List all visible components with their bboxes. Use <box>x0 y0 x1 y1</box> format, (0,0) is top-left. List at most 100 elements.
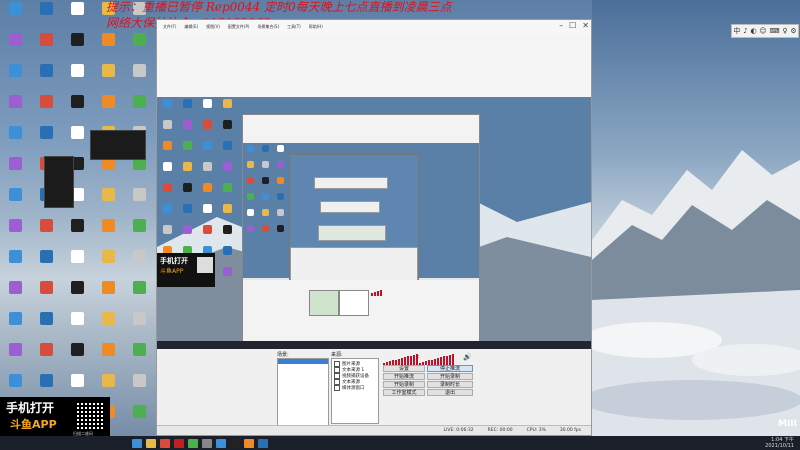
desktop-icon[interactable] <box>217 181 237 201</box>
desktop-icon[interactable] <box>124 62 155 92</box>
desktop-icon[interactable] <box>177 223 197 243</box>
desktop-icon[interactable] <box>0 155 31 185</box>
obs-button[interactable]: 开始录制 <box>427 373 473 380</box>
desktop-icon[interactable] <box>217 139 237 159</box>
system-tray[interactable]: 1:04 下午 2021/10/11 <box>765 437 794 449</box>
taskbar-app-icon[interactable] <box>202 438 212 448</box>
desktop-icon[interactable] <box>243 223 258 238</box>
desktop-icon[interactable] <box>62 217 93 247</box>
desktop-icon[interactable] <box>243 207 258 222</box>
desktop-icon[interactable] <box>273 159 288 174</box>
desktop-icon[interactable] <box>217 160 237 180</box>
desktop-icon[interactable] <box>62 248 93 278</box>
menu-item[interactable]: 帮助(H) <box>309 24 323 30</box>
taskbar-app-icon[interactable] <box>216 438 226 448</box>
desktop-icon[interactable] <box>124 341 155 371</box>
taskbar-app-icon[interactable] <box>230 438 240 448</box>
desktop-icon[interactable] <box>273 143 288 158</box>
desktop-icon[interactable] <box>93 186 124 216</box>
menu-item[interactable]: 场景集合(S) <box>257 24 279 30</box>
desktop-icon[interactable] <box>217 265 237 285</box>
obs-button[interactable]: 开始录制 <box>383 381 425 388</box>
desktop-icon[interactable] <box>124 372 155 402</box>
desktop-icon[interactable] <box>31 0 62 30</box>
menu-item[interactable]: 文件(F) <box>163 24 176 30</box>
desktop-icon[interactable] <box>124 93 155 123</box>
obs-button[interactable]: 退出 <box>427 389 473 396</box>
desktop-icon[interactable] <box>124 186 155 216</box>
desktop-icon[interactable] <box>258 207 273 222</box>
desktop-icon[interactable] <box>93 31 124 61</box>
desktop-icon[interactable] <box>0 248 31 278</box>
obs-button[interactable]: 停止推流 <box>427 365 473 372</box>
mic-icon[interactable]: ⚡ <box>415 354 420 362</box>
ime-toolbar[interactable]: 中 ♪ ◐ ☺ ⌨ ♀ ⚙ <box>731 24 799 38</box>
obs-button[interactable]: 设置 <box>383 365 425 372</box>
desktop-icon[interactable] <box>217 97 237 117</box>
desktop-icon[interactable] <box>62 279 93 309</box>
desktop-icon[interactable] <box>31 124 62 154</box>
ime-item[interactable]: ⌨ <box>769 27 779 35</box>
ime-item[interactable]: 中 <box>733 26 740 36</box>
sources-list[interactable]: 图片来源 文本来源 1 视频捕获设备 文本来源 媒体源窗口 <box>331 358 379 424</box>
desktop-icon[interactable] <box>157 118 177 138</box>
desktop-icon[interactable] <box>157 160 177 180</box>
taskbar-app-icon[interactable] <box>244 438 254 448</box>
desktop-icon[interactable] <box>177 118 197 138</box>
menu-item[interactable]: 工具(T) <box>287 24 301 30</box>
desktop-icon[interactable] <box>157 139 177 159</box>
desktop-icon[interactable] <box>31 310 62 340</box>
desktop-icon[interactable] <box>93 93 124 123</box>
source-item[interactable]: 媒体源窗口 <box>334 385 376 391</box>
desktop-icon[interactable] <box>0 124 31 154</box>
ime-item[interactable]: ☺ <box>759 27 766 35</box>
menu-item[interactable]: 视图(V) <box>206 24 220 30</box>
obs-button[interactable]: 录制时长 <box>427 381 473 388</box>
desktop-icon[interactable] <box>217 223 237 243</box>
desktop-icon[interactable] <box>177 139 197 159</box>
desktop-icon[interactable] <box>157 181 177 201</box>
desktop-icon[interactable] <box>243 143 258 158</box>
desktop-icon[interactable] <box>93 62 124 92</box>
desktop-icon[interactable] <box>157 97 177 117</box>
taskbar-app-icon[interactable] <box>132 438 142 448</box>
desktop-icon[interactable] <box>93 217 124 247</box>
desktop-icon[interactable] <box>243 175 258 190</box>
desktop-icon[interactable] <box>93 279 124 309</box>
desktop-icon[interactable] <box>273 191 288 206</box>
desktop-icon[interactable] <box>197 139 217 159</box>
scene-item-selected[interactable] <box>278 359 328 364</box>
desktop-icon[interactable] <box>62 0 93 30</box>
desktop-icon[interactable] <box>177 160 197 180</box>
minimize-icon[interactable]: – <box>559 21 563 30</box>
desktop-icon[interactable] <box>0 0 31 30</box>
desktop-icon[interactable] <box>93 248 124 278</box>
desktop-icon[interactable] <box>62 62 93 92</box>
taskbar-app-icon[interactable] <box>258 438 268 448</box>
desktop-icon[interactable] <box>62 310 93 340</box>
desktop-icon[interactable] <box>258 175 273 190</box>
desktop-icon[interactable] <box>62 31 93 61</box>
desktop-icon[interactable] <box>93 310 124 340</box>
desktop-icon[interactable] <box>124 31 155 61</box>
desktop-icon[interactable] <box>177 181 197 201</box>
desktop-icon[interactable] <box>197 118 217 138</box>
ime-item[interactable]: ♀ <box>782 27 787 35</box>
desktop-icon[interactable] <box>124 279 155 309</box>
desktop-icon[interactable] <box>273 207 288 222</box>
desktop-icon[interactable] <box>273 175 288 190</box>
desktop-icon[interactable] <box>31 93 62 123</box>
desktop-icon[interactable] <box>31 62 62 92</box>
desktop-icon[interactable] <box>124 217 155 247</box>
desktop-icon[interactable] <box>93 341 124 371</box>
desktop-icon[interactable] <box>197 181 217 201</box>
taskbar-app-icon[interactable] <box>188 438 198 448</box>
desktop-icon[interactable] <box>157 202 177 222</box>
desktop-icon[interactable] <box>197 160 217 180</box>
menu-item[interactable]: 配置文件(P) <box>228 24 250 30</box>
obs-button[interactable]: 开始推流 <box>383 373 425 380</box>
desktop-icon[interactable] <box>197 202 217 222</box>
desktop-icon[interactable] <box>124 248 155 278</box>
desktop-icon[interactable] <box>62 93 93 123</box>
ime-item[interactable]: ◐ <box>750 27 756 35</box>
